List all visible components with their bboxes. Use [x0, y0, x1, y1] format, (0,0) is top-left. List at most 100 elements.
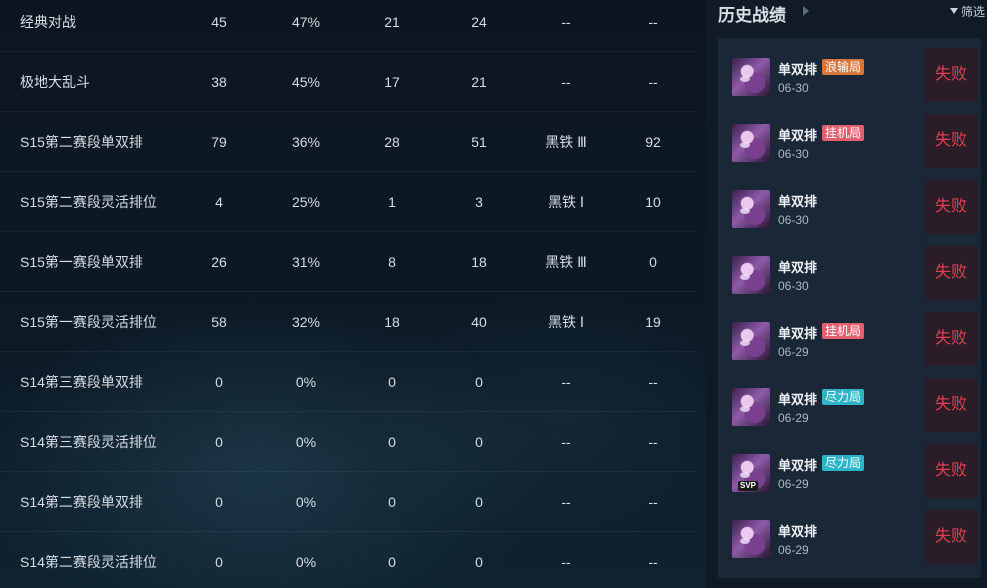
match-item[interactable]: 单双排 挂机局 06-30 失败 — [726, 114, 977, 172]
stat-c4: 0 — [475, 434, 483, 450]
stat-c2: 25% — [291, 194, 321, 210]
stat-c2: 32% — [291, 314, 321, 330]
stat-c3: 0 — [388, 434, 396, 450]
match-result: 失败 — [925, 444, 977, 498]
match-date: 06-29 — [778, 477, 809, 491]
svp-badge: SVP — [738, 481, 759, 491]
match-item[interactable]: 单双排 06-30 失败 — [726, 246, 977, 304]
history-title: 历史战绩 — [718, 6, 786, 25]
queue-name: 极地大乱斗 — [20, 74, 90, 90]
match-mode: 单双排 — [778, 194, 818, 209]
champion-avatar — [732, 190, 770, 228]
stat-c1: 58 — [211, 314, 227, 330]
stat-c6: 92 — [645, 134, 661, 150]
match-tag: 浪输局 — [822, 59, 865, 75]
queue-name: S14第二赛段单双排 — [20, 494, 143, 510]
stat-c1: 0 — [215, 554, 223, 570]
match-item[interactable]: 单双排 尽力局 06-29 失败 — [726, 378, 977, 436]
stat-c1: 38 — [211, 74, 227, 90]
stats-row: S15第一赛段单双排 26 31% 8 18 黑铁 Ⅲ 0 — [0, 232, 697, 292]
stats-row: 经典对战 45 47% 21 24 -- -- — [0, 0, 697, 52]
history-panel: 历史战绩 筛选 单双排 浪输局 06-30 失败 单双排 挂机局 06-30 失败 单双排 06-… — [706, 0, 987, 588]
match-mode: 单双排 — [778, 62, 818, 77]
queue-name: S15第一赛段灵活排位 — [20, 314, 157, 330]
match-result: 失败 — [925, 180, 977, 234]
champion-avatar — [732, 388, 770, 426]
match-item[interactable]: 单双排 06-29 失败 — [726, 510, 977, 568]
match-result: 失败 — [925, 114, 977, 168]
champion-avatar — [732, 520, 770, 558]
filter-button[interactable]: 筛选 — [949, 3, 985, 20]
stat-c3: 8 — [388, 254, 396, 270]
match-tag: 挂机局 — [822, 125, 865, 141]
queue-name: S15第二赛段灵活排位 — [20, 194, 157, 210]
stat-c2: 31% — [291, 254, 321, 270]
stat-c2: 36% — [291, 134, 321, 150]
stat-c1: 45 — [211, 14, 227, 30]
stat-c6: -- — [648, 554, 658, 570]
match-item[interactable]: SVP 单双排 尽力局 06-29 失败 — [726, 444, 977, 502]
stat-c2: 0% — [295, 374, 317, 390]
match-mode: 单双排 — [778, 524, 818, 539]
stat-c1: 0 — [215, 434, 223, 450]
filter-icon — [949, 7, 958, 14]
stat-c5: 黑铁 Ⅰ — [547, 314, 585, 330]
match-mode: 单双排 — [778, 260, 818, 275]
stat-c6: -- — [648, 434, 658, 450]
stats-row: S14第二赛段灵活排位 0 0% 0 0 -- -- — [0, 532, 697, 588]
queue-name: S15第一赛段单双排 — [20, 254, 143, 270]
match-result: 失败 — [925, 48, 977, 102]
stat-c5: 黑铁 Ⅲ — [545, 254, 587, 270]
queue-name: S14第三赛段单双排 — [20, 374, 143, 390]
stat-c1: 0 — [215, 494, 223, 510]
stat-c5: -- — [561, 494, 571, 510]
match-tag: 尽力局 — [822, 389, 865, 405]
match-item[interactable]: 单双排 挂机局 06-29 失败 — [726, 312, 977, 370]
champion-avatar — [732, 124, 770, 162]
match-result: 失败 — [925, 312, 977, 366]
stat-c3: 1 — [388, 194, 396, 210]
stat-c4: 40 — [471, 314, 487, 330]
stat-c3: 0 — [388, 494, 396, 510]
champion-avatar — [732, 58, 770, 96]
match-result: 失败 — [925, 510, 977, 564]
stat-c6: -- — [648, 74, 658, 90]
caret-right-icon[interactable] — [803, 6, 809, 16]
stats-row: S15第一赛段灵活排位 58 32% 18 40 黑铁 Ⅰ 19 — [0, 292, 697, 352]
stat-c2: 45% — [291, 74, 321, 90]
stats-row: S14第三赛段单双排 0 0% 0 0 -- -- — [0, 352, 697, 412]
champion-avatar — [732, 256, 770, 294]
match-date: 06-29 — [778, 411, 809, 425]
stat-c5: -- — [561, 434, 571, 450]
match-item[interactable]: 单双排 06-30 失败 — [726, 180, 977, 238]
match-result: 失败 — [925, 246, 977, 300]
stat-c6: -- — [648, 14, 658, 30]
stat-c2: 0% — [295, 434, 317, 450]
match-tag: 挂机局 — [822, 323, 865, 339]
filter-label: 筛选 — [960, 5, 985, 19]
queue-name: S15第二赛段单双排 — [20, 134, 143, 150]
stat-c2: 47% — [291, 14, 321, 30]
stat-c4: 24 — [471, 14, 487, 30]
match-date: 06-30 — [778, 213, 809, 227]
match-mode: 单双排 — [778, 326, 818, 341]
stat-c5: 黑铁 Ⅲ — [545, 134, 587, 150]
match-date: 06-29 — [778, 345, 809, 359]
stat-c5: -- — [561, 14, 571, 30]
match-list: 单双排 浪输局 06-30 失败 单双排 挂机局 06-30 失败 单双排 06-30 失败 单双排 0… — [718, 38, 981, 578]
match-date: 06-30 — [778, 279, 809, 293]
stats-row: 极地大乱斗 38 45% 17 21 -- -- — [0, 52, 697, 112]
stats-row: S15第二赛段单双排 79 36% 28 51 黑铁 Ⅲ 92 — [0, 112, 697, 172]
stat-c5: -- — [561, 554, 571, 570]
stat-c4: 0 — [475, 494, 483, 510]
champion-avatar — [732, 322, 770, 360]
stat-c4: 0 — [475, 374, 483, 390]
stat-c4: 3 — [475, 194, 483, 210]
stat-c5: -- — [561, 74, 571, 90]
match-mode: 单双排 — [778, 458, 818, 473]
queue-name: 经典对战 — [20, 14, 76, 30]
stat-c3: 0 — [388, 374, 396, 390]
stat-c4: 0 — [475, 554, 483, 570]
match-mode: 单双排 — [778, 128, 818, 143]
match-item[interactable]: 单双排 浪输局 06-30 失败 — [726, 48, 977, 106]
